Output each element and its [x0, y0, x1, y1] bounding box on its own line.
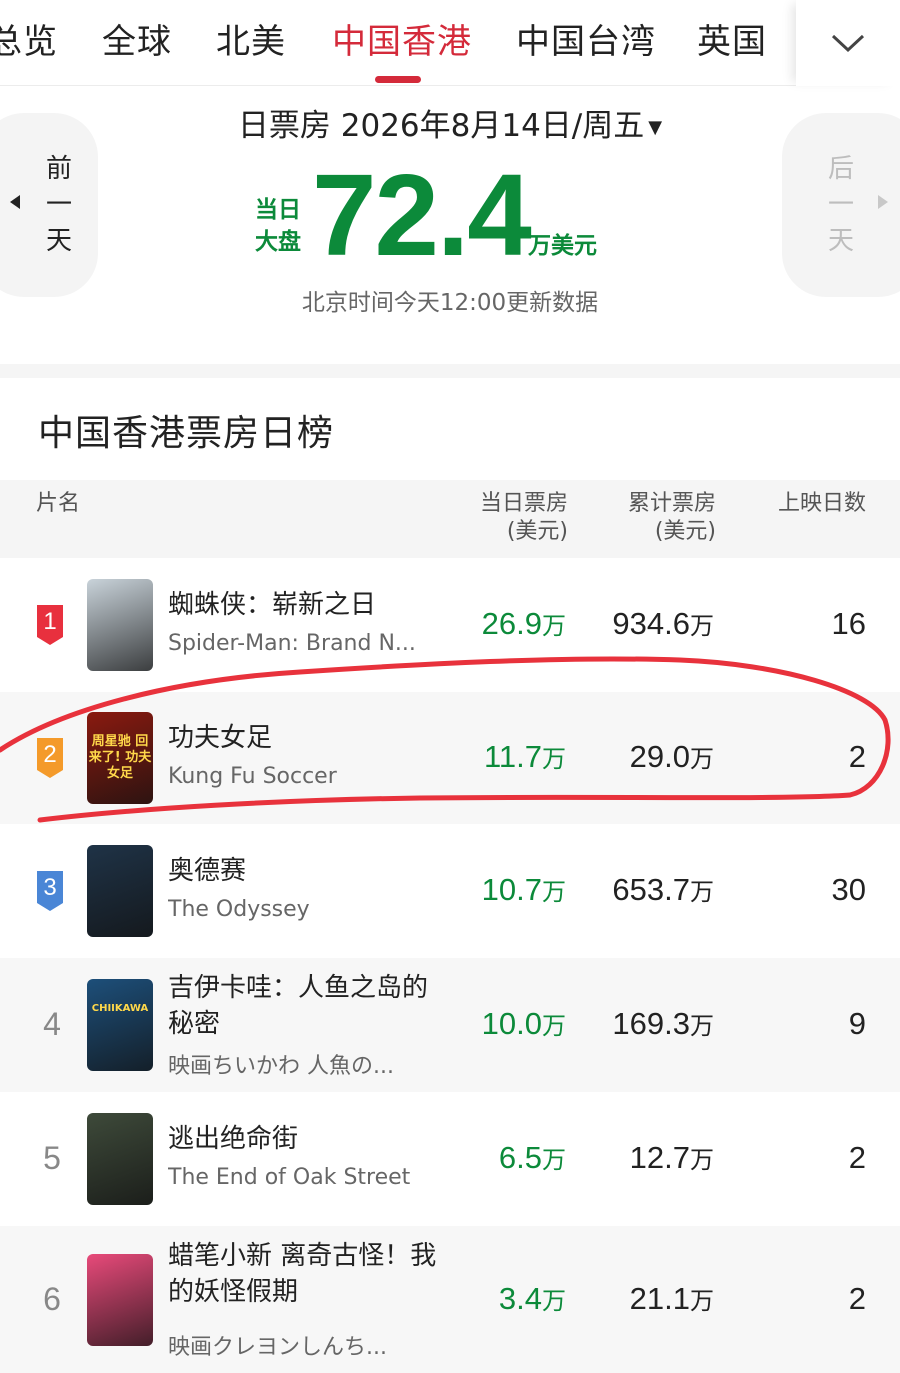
- movie-title-en: Spider-Man: Brand N...: [168, 631, 416, 656]
- days-released: 9: [848, 1006, 866, 1041]
- movie-title-cn[interactable]: 吉伊卡哇：人鱼之岛的秘密: [168, 970, 438, 1042]
- total-gross: 653.7万: [612, 872, 714, 907]
- tab-strip: 总览 全球 北美 中国香港 中国台湾 英国: [0, 0, 796, 86]
- table-row[interactable]: 3 奥德赛 The Odyssey 10.7万 653.7万 30: [0, 824, 900, 958]
- movie-poster[interactable]: 周星驰 回来了! 功夫女足: [87, 712, 153, 804]
- days-released: 2: [848, 1140, 866, 1175]
- movie-title-cn[interactable]: 蜘蛛侠：崭新之日: [168, 587, 438, 623]
- tab-taiwan[interactable]: 中国台湾: [516, 14, 656, 63]
- rank-badge: 3: [34, 869, 66, 911]
- rank-number: 4: [43, 1006, 61, 1042]
- daily-gross: 3.4万: [498, 1280, 566, 1316]
- section-divider: [0, 364, 900, 378]
- ranking-title: 中国香港票房日榜: [38, 413, 335, 454]
- total-gross: 29.0万: [629, 739, 714, 774]
- tab-global[interactable]: 全球: [102, 14, 172, 63]
- movie-poster[interactable]: CHIIKAWA: [87, 979, 153, 1071]
- movie-title-en: 映画クレヨンしんち...: [168, 1335, 387, 1360]
- table-row[interactable]: 5 逃出绝命街 The End of Oak Street 6.5万 12.7万 2: [0, 1092, 900, 1226]
- movie-title-en: Kung Fu Soccer: [168, 764, 337, 789]
- chevron-down-icon: [831, 34, 865, 53]
- tab-overview[interactable]: 总览: [0, 14, 58, 63]
- date-value: 2026年8月14日/周五: [340, 108, 645, 144]
- date-prefix: 日票房: [237, 108, 331, 144]
- movie-poster[interactable]: [87, 1253, 153, 1346]
- movie-title-cn[interactable]: 功夫女足: [168, 720, 438, 756]
- movie-title-cn[interactable]: 逃出绝命街: [168, 1121, 438, 1157]
- col-daily[interactable]: 当日票房 (美元): [450, 490, 568, 546]
- movie-title-cn[interactable]: 蜡笔小新 离奇古怪！我的妖怪假期: [168, 1238, 438, 1310]
- rank-badge: 1: [34, 603, 66, 645]
- rank-badge: 2: [34, 736, 66, 778]
- daily-gross: 11.7万: [483, 739, 566, 774]
- days-released: 2: [848, 1280, 866, 1316]
- total-gross: 12.7万: [629, 1140, 714, 1175]
- table-row[interactable]: 6 蜡笔小新 离奇古怪！我的妖怪假期映画クレヨンしんち... 3.4万 21.1万 2: [0, 1226, 900, 1373]
- dropdown-arrow-icon: ▼: [648, 117, 663, 138]
- days-released: 2: [848, 739, 866, 774]
- date-selector[interactable]: 日票房 2026年8月14日/周五 ▼: [0, 100, 900, 145]
- rank-number: 5: [43, 1140, 61, 1176]
- table-row[interactable]: 1 蜘蛛侠：崭新之日 Spider-Man: Brand N... 26.9万 934.…: [0, 558, 900, 692]
- table-row[interactable]: 2 周星驰 回来了! 功夫女足 功夫女足 Kung Fu Soccer 11.7万 29.…: [0, 692, 900, 824]
- market-value: 72.4: [312, 150, 532, 280]
- daily-gross: 10.0万: [481, 1006, 566, 1041]
- more-tabs-button[interactable]: [796, 0, 900, 86]
- daily-gross: 26.9万: [481, 606, 566, 641]
- market-unit: 万美元: [528, 233, 597, 259]
- movie-title-en: The Odyssey: [168, 897, 310, 922]
- table-row[interactable]: 4 CHIIKAWA 吉伊卡哇：人鱼之岛的秘密映画ちいかわ 人魚の... 10.0万 1…: [0, 958, 900, 1092]
- movie-title-en: The End of Oak Street: [168, 1165, 411, 1190]
- market-total: 当日 大盘 72.4 万美元: [0, 150, 900, 280]
- rank-number: 6: [43, 1280, 61, 1317]
- movie-poster[interactable]: [87, 1113, 153, 1205]
- tab-uk[interactable]: 英国: [697, 14, 767, 63]
- total-gross: 934.6万: [612, 606, 714, 641]
- col-total[interactable]: 累计票房 (美元): [596, 490, 716, 546]
- update-note: 北京时间今天12:00更新数据: [301, 290, 599, 316]
- daily-gross: 10.7万: [481, 872, 566, 907]
- total-gross: 21.1万: [629, 1280, 714, 1316]
- col-days[interactable]: 上映日数: [740, 490, 866, 518]
- movie-poster[interactable]: [87, 845, 153, 937]
- movie-title-en: 映画ちいかわ 人魚の...: [168, 1054, 394, 1079]
- days-released: 30: [831, 872, 866, 907]
- total-gross: 169.3万: [612, 1006, 714, 1041]
- tab-north-america[interactable]: 北美: [216, 14, 286, 63]
- col-name: 片名: [36, 491, 81, 516]
- region-tabs: 总览 全球 北美 中国香港 中国台湾 英国: [0, 0, 900, 86]
- movie-poster[interactable]: [87, 579, 153, 671]
- tab-hong-kong[interactable]: 中国香港: [332, 14, 472, 63]
- active-tab-indicator: [375, 76, 421, 83]
- days-released: 16: [831, 606, 866, 641]
- movie-title-cn[interactable]: 奥德赛: [168, 853, 438, 889]
- daily-gross: 6.5万: [498, 1140, 566, 1175]
- table-header: 片名 当日票房 (美元) 累计票房 (美元) 上映日数: [0, 480, 900, 558]
- market-label: 当日 大盘: [255, 197, 301, 255]
